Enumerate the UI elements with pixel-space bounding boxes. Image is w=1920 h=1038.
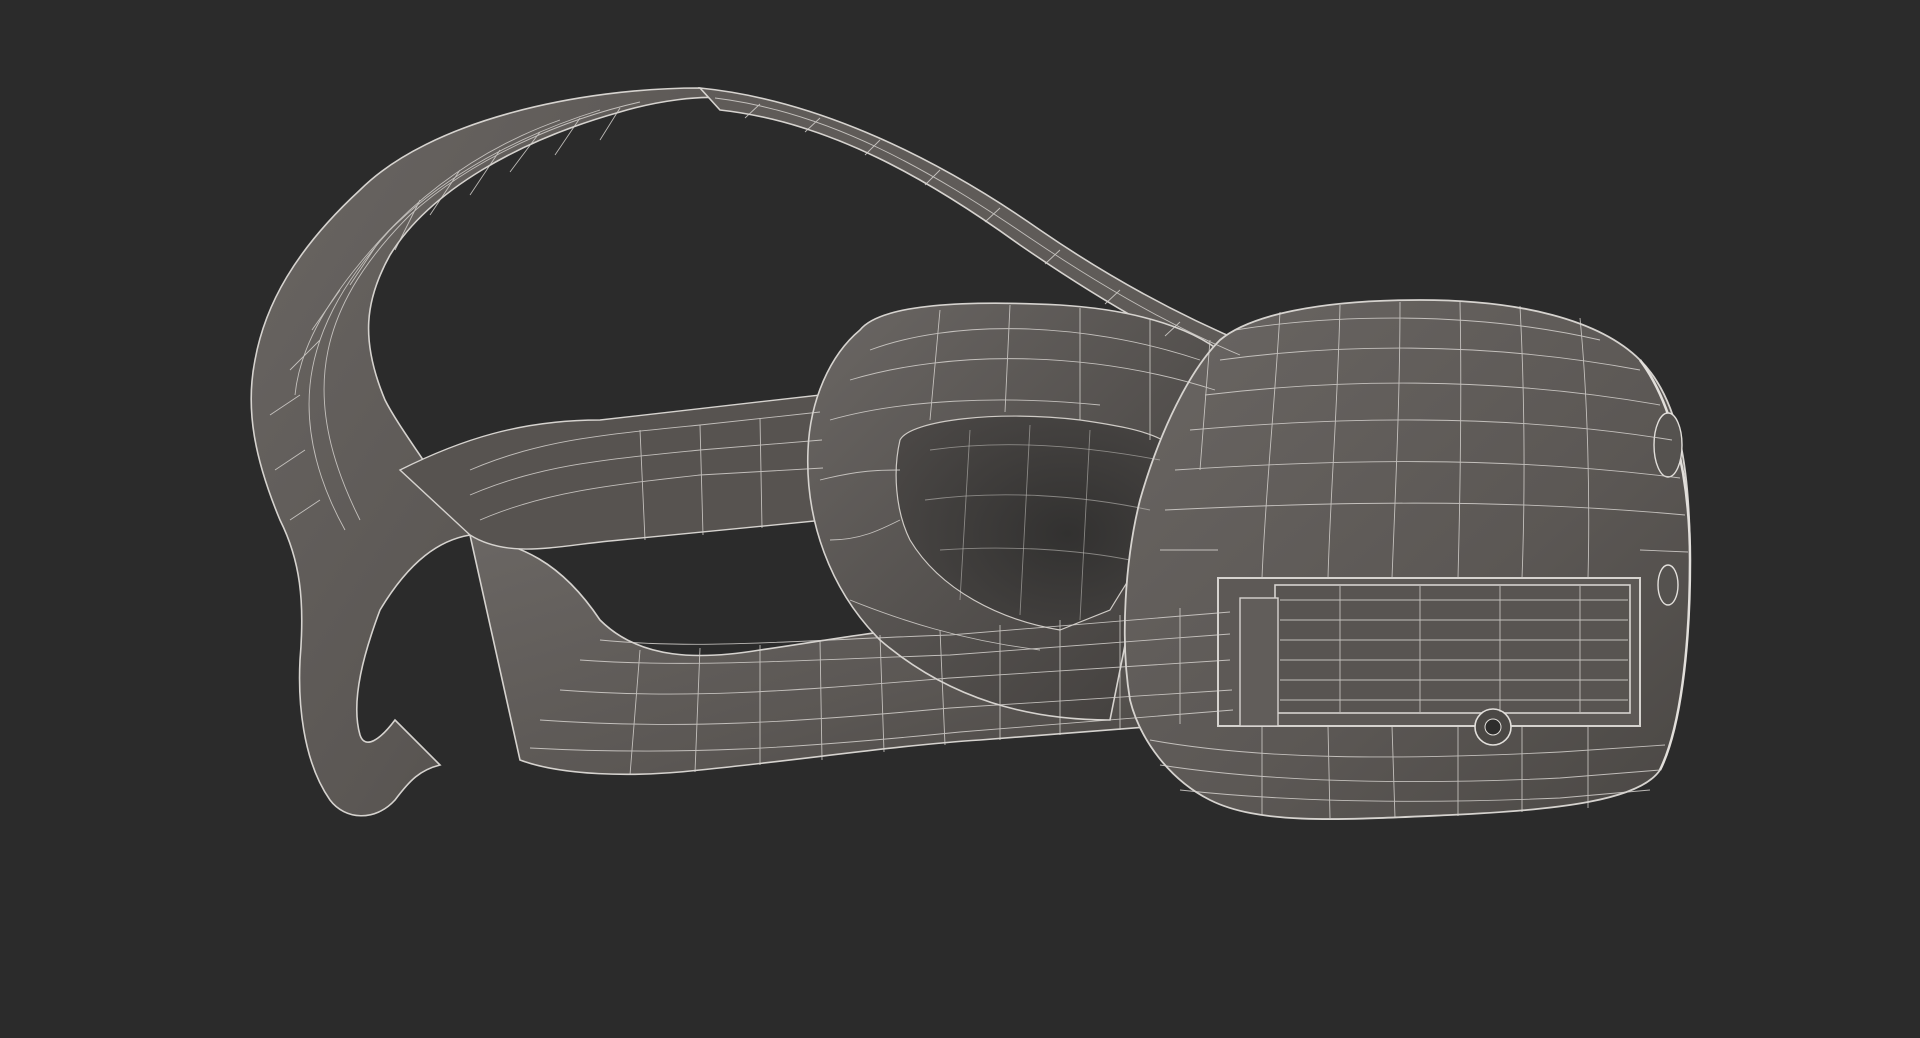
power-button-icon [1653,412,1683,478]
headset-render [250,86,1692,820]
volume-button-icon [1657,564,1679,606]
render-viewport [0,0,1920,1038]
headset-body [1123,299,1692,820]
